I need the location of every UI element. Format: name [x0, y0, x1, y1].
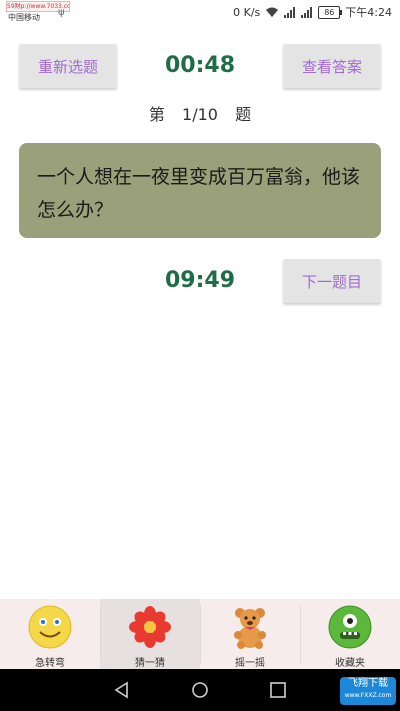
tab-label: 收藏夹	[335, 658, 365, 669]
status-left: 59财p://www.7033.com 中国移动 ψ	[6, 1, 76, 23]
question-counter-prefix: 第	[148, 105, 165, 124]
countdown-timer: 09:49	[164, 268, 236, 293]
tab-shake[interactable]: 摇一摇	[200, 599, 300, 669]
home-icon[interactable]	[190, 680, 210, 700]
tab-brain-teaser[interactable]: 急转弯	[0, 599, 100, 669]
watermark-brand: 飞翔下载	[348, 678, 388, 689]
tab-label: 急转弯	[35, 658, 65, 669]
status-bar: 59财p://www.7033.com 中国移动 ψ 0 K/s 86 下午4:…	[0, 0, 400, 24]
system-navigation-bar: 飞翔下载 www.FXXZ.com	[0, 669, 400, 711]
next-question-button[interactable]: 下一题目	[283, 259, 381, 303]
question-counter-progress: 1/10	[182, 105, 218, 124]
tab-label: 猜一猜	[135, 658, 165, 669]
signal-icon-2	[301, 6, 313, 18]
question-card: 一个人想在一夜里变成百万富翁，他该怎么办？	[19, 143, 381, 238]
view-answer-button[interactable]: 查看答案	[283, 44, 381, 88]
tab-guess[interactable]: 猜一猜	[100, 599, 200, 669]
green-monster-icon	[328, 605, 372, 649]
watermark-url: www.FXXZ.com	[344, 692, 392, 699]
wifi-icon	[266, 7, 279, 17]
status-time: 下午4:24	[345, 6, 392, 19]
battery-icon: 86	[318, 5, 343, 19]
carrier-name: 中国移动	[8, 13, 40, 22]
reselect-question-button[interactable]: 重新选题	[19, 44, 117, 88]
tab-label: 摇一摇	[235, 658, 265, 669]
status-right: 0 K/s 86 下午4:24	[233, 4, 392, 20]
bottom-tab-bar: 急转弯 猜一猜 摇一摇 收藏夹	[0, 599, 400, 669]
teddy-bear-icon	[228, 605, 272, 649]
smiley-icon	[28, 605, 72, 649]
recent-apps-icon[interactable]	[268, 680, 288, 700]
tab-favorites[interactable]: 收藏夹	[300, 599, 400, 669]
flower-icon	[128, 605, 172, 649]
site-watermark: 飞翔下载 www.FXXZ.com	[340, 677, 396, 705]
network-speed: 0 K/s	[233, 5, 261, 19]
elapsed-timer: 00:48	[164, 53, 236, 78]
signal-icon	[284, 6, 296, 18]
usb-icon: ψ	[58, 7, 65, 18]
question-text: 一个人想在一夜里变成百万富翁，他该怎么办？	[37, 166, 361, 221]
question-counter-suffix: 题	[235, 105, 252, 124]
back-icon[interactable]	[112, 680, 132, 700]
question-counter: 第 1/10 题	[0, 101, 400, 125]
